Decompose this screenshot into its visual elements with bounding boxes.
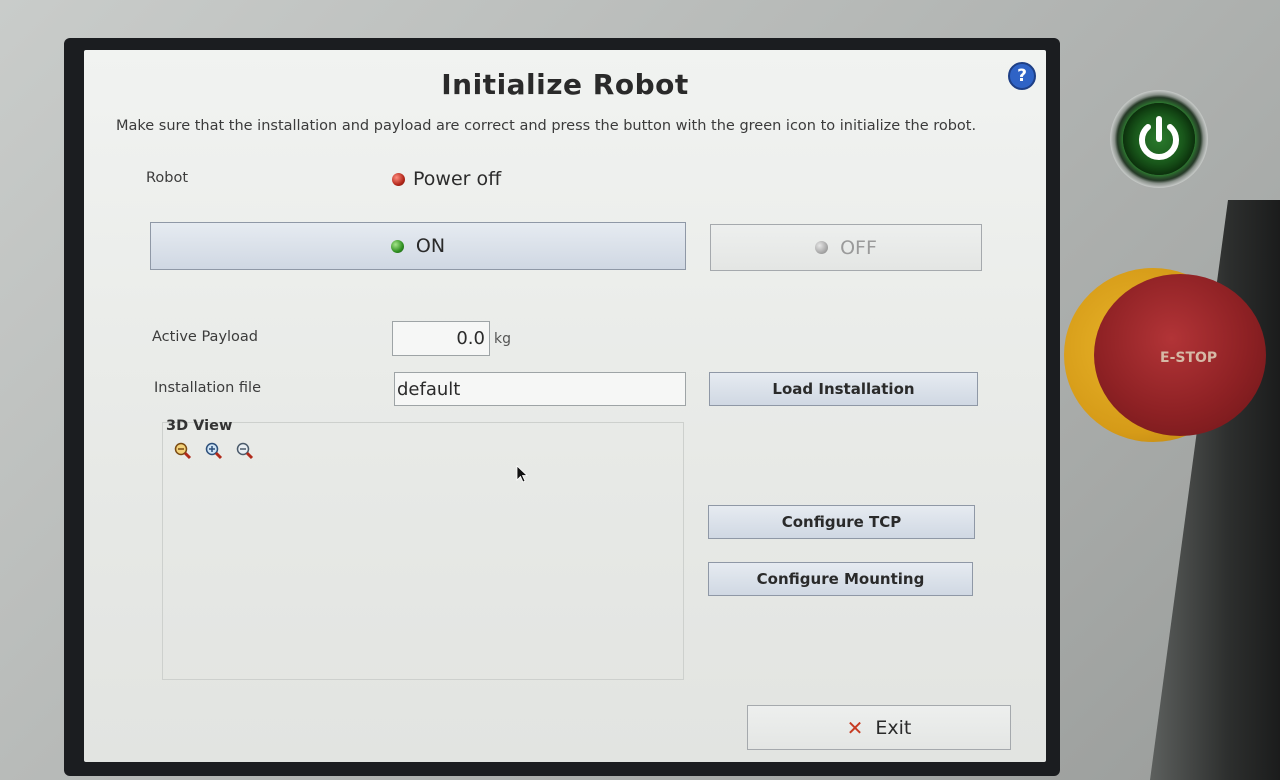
power-icon bbox=[1123, 103, 1195, 175]
payload-unit: kg bbox=[494, 331, 511, 347]
robot-label: Robot bbox=[146, 170, 189, 186]
dialog-title: Initialize Robot bbox=[441, 68, 689, 101]
power-off-label: OFF bbox=[840, 236, 877, 259]
power-on-button[interactable]: ON bbox=[150, 222, 686, 270]
zoom-in-icon[interactable] bbox=[205, 442, 223, 460]
hardware-power-button[interactable] bbox=[1110, 90, 1208, 188]
payload-label: Active Payload bbox=[152, 329, 259, 345]
touch-screen: Initialize Robot ? Make sure that the in… bbox=[84, 50, 1046, 762]
dialog-subtitle: Make sure that the installation and payl… bbox=[116, 118, 977, 134]
payload-value: 0.0 bbox=[456, 328, 485, 349]
zoom-out-icon[interactable] bbox=[174, 442, 192, 460]
power-off-button[interactable]: OFF bbox=[710, 224, 982, 271]
mouse-cursor-icon bbox=[516, 465, 529, 483]
3d-view-title: 3D View bbox=[166, 418, 233, 434]
robot-status: Power off bbox=[392, 168, 501, 190]
question-circle-icon[interactable]: ? bbox=[1008, 62, 1036, 90]
zoom-reset-icon[interactable] bbox=[236, 442, 254, 460]
3d-view-panel bbox=[162, 422, 684, 680]
green-led-icon bbox=[390, 239, 404, 253]
configure-tcp-button[interactable]: Configure TCP bbox=[708, 505, 975, 539]
exit-button[interactable]: ✕ Exit bbox=[747, 705, 1011, 750]
exit-label: Exit bbox=[875, 716, 912, 739]
status-led-icon bbox=[392, 172, 405, 186]
payload-input[interactable]: 0.0 bbox=[392, 321, 490, 356]
installation-file-value: default bbox=[397, 378, 461, 400]
robot-status-text: Power off bbox=[413, 168, 502, 190]
installation-label: Installation file bbox=[154, 380, 262, 396]
power-on-label: ON bbox=[415, 235, 446, 257]
load-installation-button[interactable]: Load Installation bbox=[709, 372, 978, 406]
configure-mounting-button[interactable]: Configure Mounting bbox=[708, 562, 973, 596]
installation-file-field[interactable]: default bbox=[394, 372, 686, 406]
close-icon: ✕ bbox=[846, 715, 864, 740]
grey-led-icon bbox=[815, 241, 829, 254]
estop-label: E-STOP bbox=[1160, 350, 1218, 366]
